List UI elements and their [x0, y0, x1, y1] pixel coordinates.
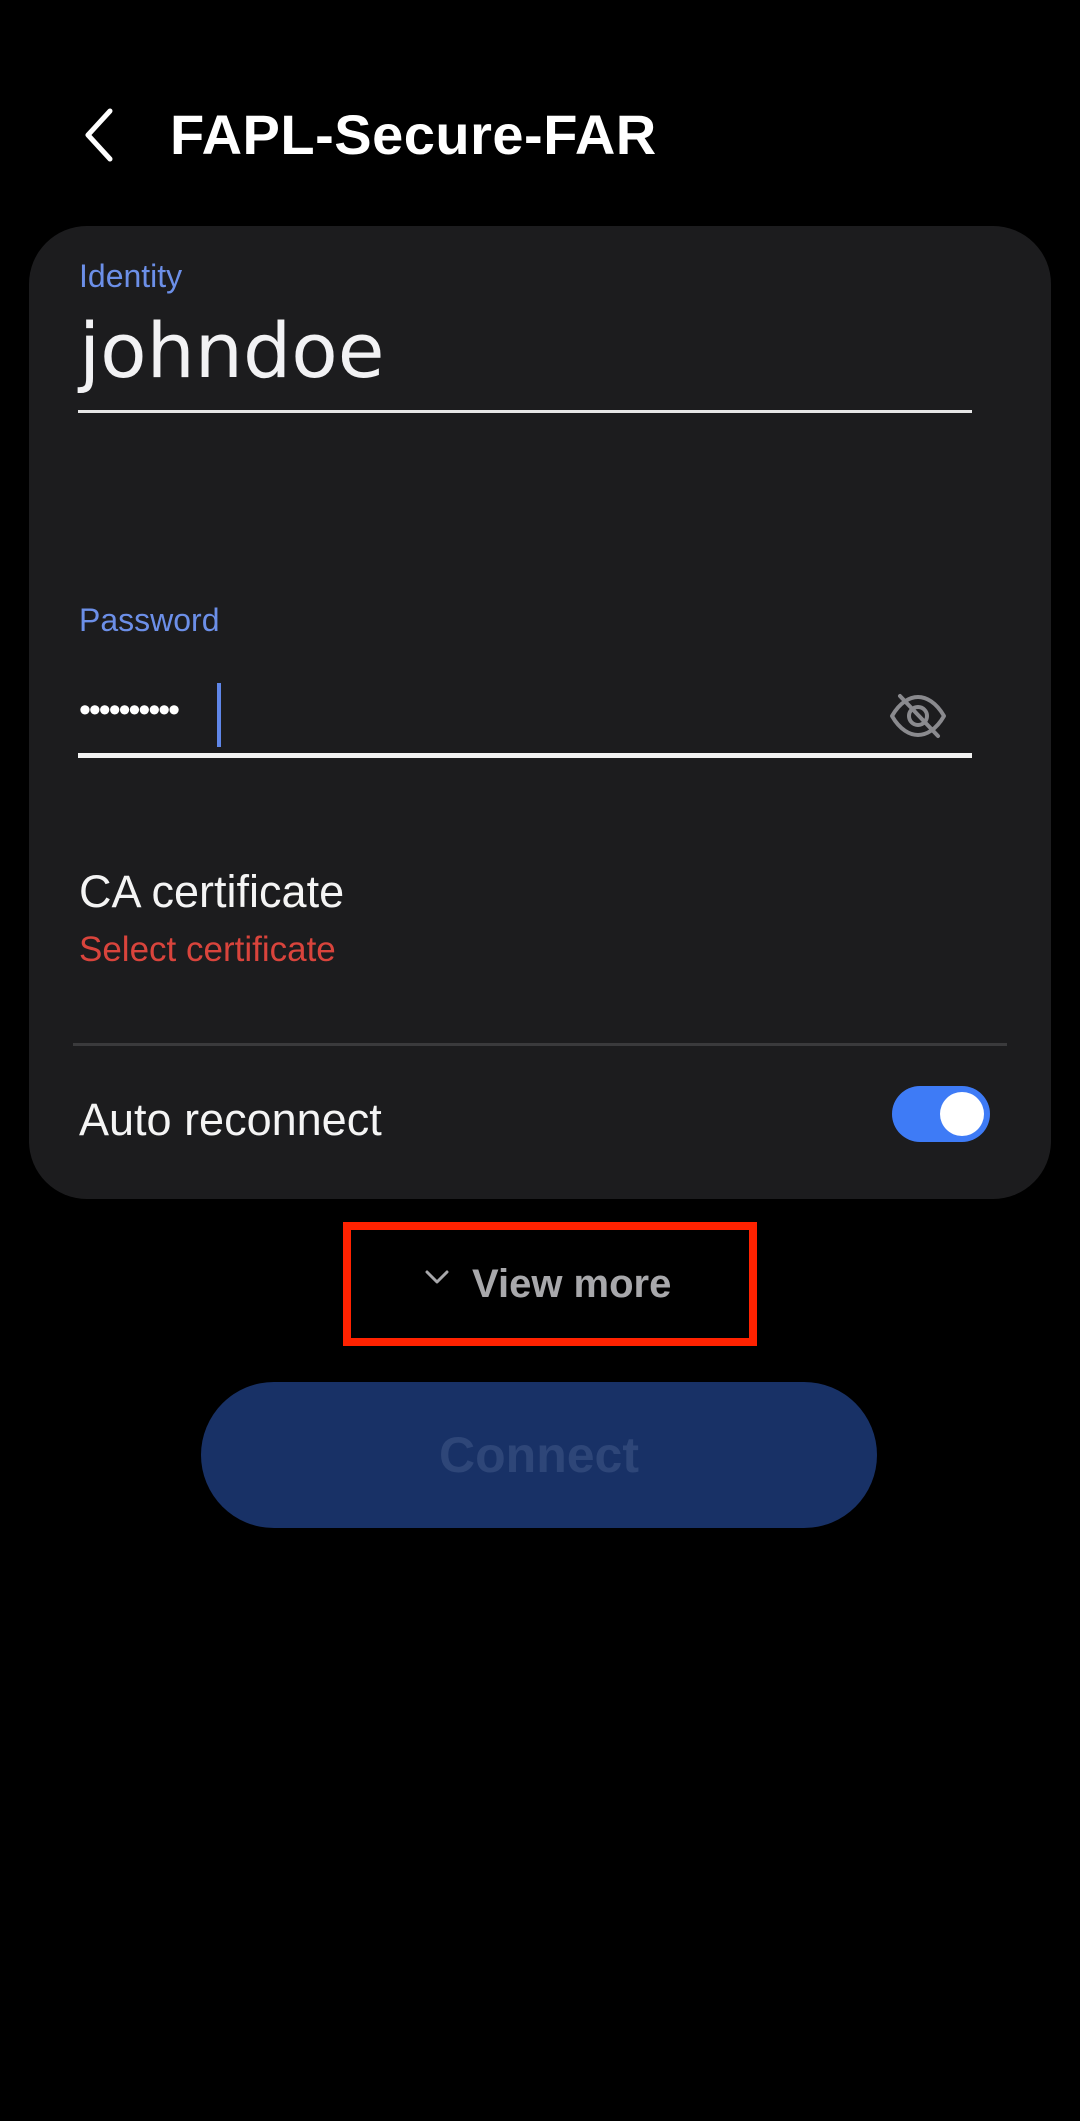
ca-certificate-title: CA certificate: [79, 866, 345, 917]
ca-certificate-row[interactable]: CA certificate Select certificate: [29, 866, 1051, 976]
back-button[interactable]: [70, 100, 130, 170]
toggle-knob: [940, 1092, 984, 1136]
chevron-left-icon: [85, 108, 113, 162]
auto-reconnect-toggle[interactable]: [892, 1086, 990, 1142]
connect-button[interactable]: Connect: [201, 1382, 877, 1528]
identity-field[interactable]: johndoe: [79, 306, 384, 395]
eye-off-icon: [890, 694, 946, 738]
identity-label: Identity: [79, 258, 183, 294]
password-value: ••••••••••: [79, 691, 180, 729]
view-more-button[interactable]: View more: [360, 1240, 740, 1330]
password-field[interactable]: ••••••••••: [79, 681, 973, 751]
divider: [73, 1043, 1007, 1046]
view-more-label: View more: [472, 1262, 672, 1306]
toggle-password-visibility-button[interactable]: [886, 686, 950, 746]
password-label: Password: [79, 602, 220, 638]
app-bar: FAPL-Secure-FAR: [0, 80, 1080, 190]
connect-label: Connect: [439, 1427, 639, 1483]
identity-underline: [78, 410, 972, 413]
text-cursor: [217, 683, 221, 747]
ca-certificate-subtitle: Select certificate: [79, 930, 336, 969]
auto-reconnect-label: Auto reconnect: [79, 1094, 382, 1145]
settings-card: Identity johndoe Password •••••••••• CA …: [29, 226, 1051, 1199]
password-underline: [78, 753, 972, 758]
auto-reconnect-row[interactable]: Auto reconnect: [29, 1086, 1051, 1186]
page-title: FAPL-Secure-FAR: [170, 103, 657, 166]
chevron-down-icon: [425, 1270, 449, 1284]
